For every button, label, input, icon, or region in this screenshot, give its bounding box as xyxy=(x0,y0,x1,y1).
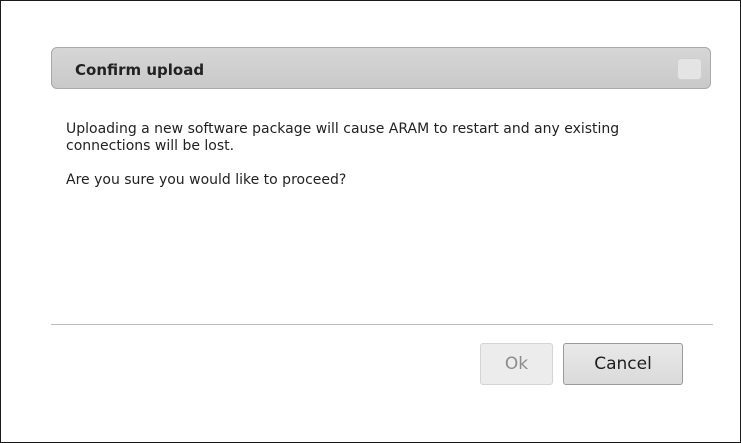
ok-button[interactable]: Ok xyxy=(480,343,553,385)
dialog-message: Uploading a new software package will ca… xyxy=(66,121,620,154)
dialog-titlebar[interactable]: Confirm upload xyxy=(51,47,711,89)
dialog-question: Are you sure you would like to proceed? xyxy=(66,172,347,188)
close-icon[interactable] xyxy=(677,58,702,80)
cancel-button[interactable]: Cancel xyxy=(563,343,683,385)
screenshot-frame: Confirm upload Uploading a new software … xyxy=(0,0,741,443)
dialog-title: Confirm upload xyxy=(75,61,205,79)
dialog-content: Uploading a new software package will ca… xyxy=(66,121,706,206)
dialog-divider xyxy=(51,324,713,325)
confirm-upload-dialog: Confirm upload Uploading a new software … xyxy=(46,43,716,405)
